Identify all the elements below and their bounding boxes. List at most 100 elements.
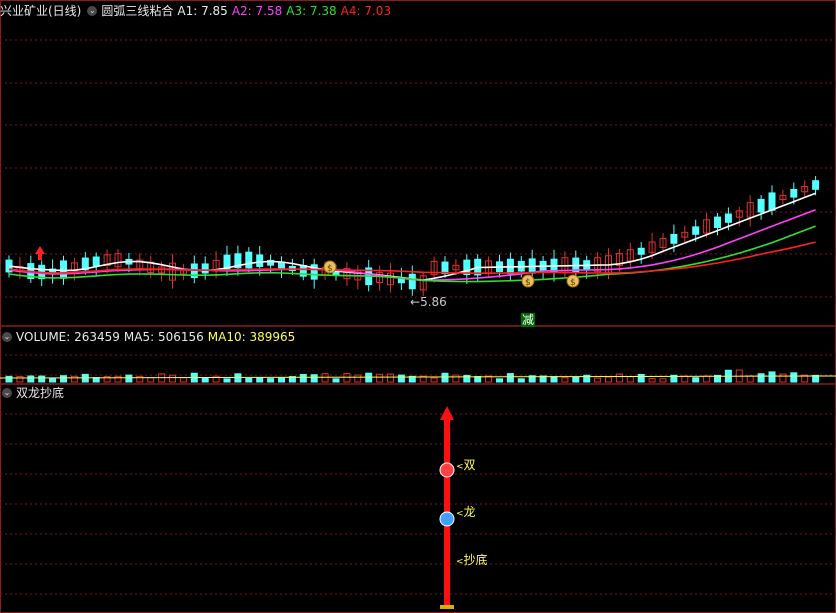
indicator-panel-header: ⌄ 双龙抄底 bbox=[0, 385, 64, 401]
buy-signal-bar bbox=[439, 406, 455, 609]
low-price-label: 5.86 bbox=[420, 295, 447, 309]
candle-body bbox=[441, 261, 449, 274]
volume-bar bbox=[70, 375, 78, 383]
volume-bar bbox=[496, 378, 503, 383]
volume-bar bbox=[147, 377, 155, 383]
volume-bar bbox=[441, 372, 449, 383]
indicator-label-long: <龙 bbox=[456, 505, 476, 519]
volume-bar bbox=[397, 374, 405, 383]
candle-body bbox=[757, 198, 765, 213]
stock-title[interactable]: 兴业矿业(日线) bbox=[0, 3, 81, 19]
left-arrow-icon: ← bbox=[410, 295, 421, 309]
left-arrow-icon: < bbox=[456, 557, 464, 567]
volume-bar bbox=[594, 377, 602, 383]
volume-bar bbox=[354, 374, 362, 383]
collapse-icon[interactable]: ⌄ bbox=[2, 388, 12, 398]
ball-icon-red bbox=[439, 462, 455, 478]
volume-bar bbox=[114, 375, 122, 383]
volume-bar bbox=[703, 375, 711, 383]
volume-bars bbox=[0, 369, 836, 383]
a1-value: A1: 7.85 bbox=[177, 4, 228, 18]
collapse-icon[interactable]: ⌄ bbox=[87, 6, 98, 16]
up-arrow-stem bbox=[38, 254, 42, 260]
volume-bar bbox=[681, 375, 689, 383]
candle-body bbox=[670, 233, 678, 244]
volume-bar bbox=[746, 375, 754, 383]
candle-body bbox=[812, 180, 820, 190]
volume-bar bbox=[60, 375, 67, 383]
volume-bar bbox=[605, 376, 612, 383]
candle-body bbox=[245, 251, 253, 269]
up-arrow-icon bbox=[35, 246, 45, 254]
a4-value: A4: 7.03 bbox=[340, 4, 392, 18]
volume-bar bbox=[332, 378, 340, 383]
left-arrow-icon: < bbox=[456, 509, 464, 519]
volume-bar bbox=[452, 374, 460, 383]
candle-body bbox=[256, 254, 264, 268]
volume-bar bbox=[637, 373, 645, 383]
indicator-panel-title[interactable]: 双龙抄底 bbox=[16, 385, 64, 401]
left-arrow-icon: < bbox=[456, 462, 464, 472]
volume-bar bbox=[692, 377, 700, 383]
candle-body bbox=[92, 256, 100, 267]
dollar-bag-icon: $ bbox=[566, 274, 580, 288]
candle-body bbox=[408, 273, 416, 290]
volume-panel-header: ⌄ VOLUME: 263459 MA5: 506156 MA10: 38996… bbox=[0, 329, 295, 345]
volume-bar bbox=[648, 377, 656, 383]
volume-bar bbox=[169, 374, 176, 383]
dollar-sign: $ bbox=[525, 278, 531, 288]
volume-bar bbox=[790, 372, 798, 383]
candle-body bbox=[790, 188, 798, 198]
indicator-label-chaodi: <抄底 bbox=[456, 553, 488, 567]
volume-bar bbox=[201, 377, 209, 383]
volume-bar bbox=[278, 377, 285, 383]
volume-bar bbox=[27, 375, 35, 383]
volume-bar bbox=[256, 377, 264, 383]
volume-bar bbox=[561, 377, 569, 383]
volume-bar bbox=[267, 378, 275, 383]
main-panel-header: 兴业矿业(日线) ⌄ 圆弧三线粘合 A1: 7.85 A2: 7.58 A3: … bbox=[0, 3, 391, 19]
candle-body bbox=[201, 263, 209, 274]
volume-bar bbox=[49, 377, 57, 383]
indicator-name[interactable]: 圆弧三线粘合 bbox=[101, 3, 173, 19]
indicator-label-shuang: <双 bbox=[456, 458, 476, 472]
volume-bar bbox=[223, 378, 231, 383]
dollar-bag-icon: $ bbox=[521, 274, 535, 288]
dollar-sign: $ bbox=[570, 278, 576, 288]
volume-bar bbox=[659, 378, 667, 383]
volume-bar bbox=[310, 374, 318, 383]
a3-value: A3: 7.38 bbox=[286, 4, 337, 18]
candle-body bbox=[714, 216, 721, 228]
volume-value: VOLUME: 263459 bbox=[16, 330, 120, 344]
volume-bar bbox=[299, 373, 307, 383]
ma10-value: MA10: 389965 bbox=[207, 330, 296, 344]
dollar-sign: $ bbox=[327, 264, 333, 274]
candle-body bbox=[60, 260, 67, 279]
volume-bar bbox=[550, 376, 558, 383]
volume-bar bbox=[768, 371, 776, 383]
volume-bar bbox=[517, 378, 525, 383]
volume-bar bbox=[125, 374, 133, 383]
volume-bar bbox=[179, 377, 187, 383]
candle-body bbox=[637, 247, 645, 255]
volume-bar bbox=[245, 378, 253, 383]
volume-bar bbox=[572, 376, 580, 383]
volume-bar bbox=[626, 376, 634, 383]
volume-bar bbox=[5, 375, 13, 383]
candle-body bbox=[724, 213, 732, 223]
price-candles bbox=[5, 176, 820, 297]
candle-body bbox=[768, 192, 776, 211]
signal-badge: 减 bbox=[521, 313, 536, 327]
volume-bar bbox=[506, 373, 514, 383]
up-arrow-icon bbox=[440, 406, 454, 420]
volume-bar bbox=[757, 373, 765, 383]
volume-bar bbox=[430, 377, 438, 383]
candle-body bbox=[692, 226, 700, 235]
ball-icon-blue bbox=[439, 511, 455, 527]
ma5-value: MA5: 506156 bbox=[123, 330, 204, 344]
low-price-annotation: ←5.86 bbox=[410, 295, 447, 309]
volume-bar bbox=[16, 376, 24, 383]
volume-bar bbox=[38, 375, 46, 383]
collapse-icon[interactable]: ⌄ bbox=[2, 332, 12, 342]
signal-base bbox=[440, 605, 454, 609]
